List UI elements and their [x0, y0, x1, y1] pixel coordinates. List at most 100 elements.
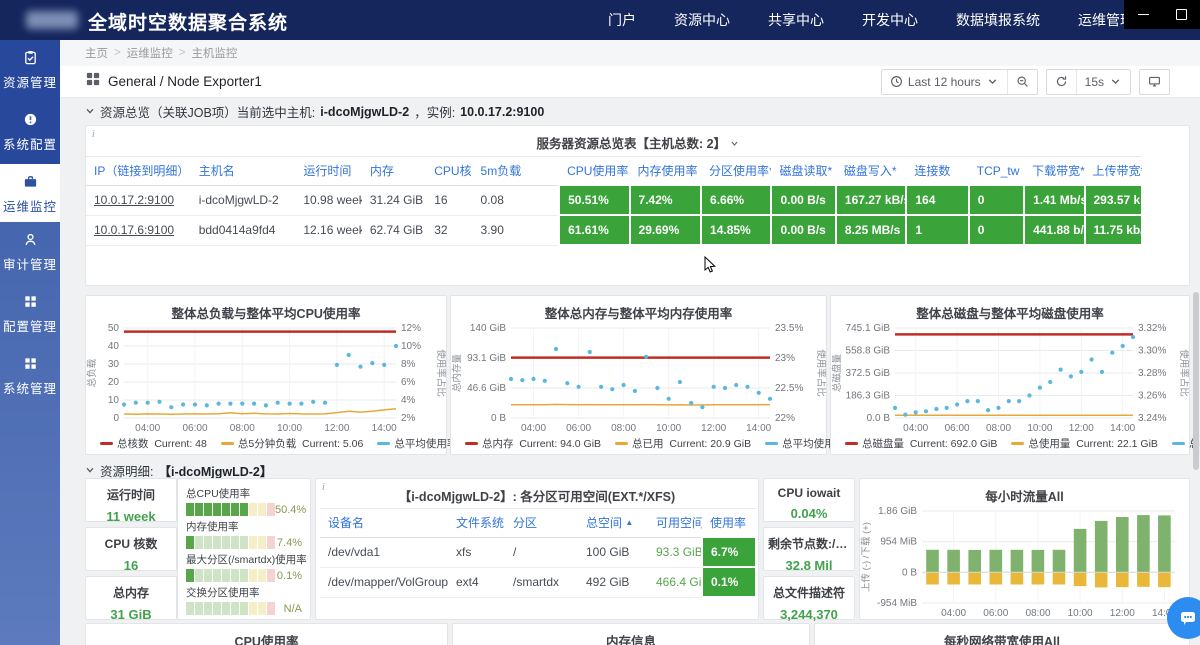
legend-item[interactable]: 总内存 Current: 94.0 GiB: [465, 436, 601, 451]
column-header[interactable]: 使用率: [702, 509, 756, 538]
stat-value: 3,244,370: [764, 607, 854, 622]
cell: /smartdx: [505, 567, 578, 597]
column-header[interactable]: IP（链接到明细）: [86, 157, 191, 186]
chart-legend[interactable]: 总磁盘量 Current: 692.0 GiB 总使用量 Current: 22.…: [831, 434, 1189, 451]
sidebar-item-audit[interactable]: 审计管理: [0, 222, 60, 284]
column-header[interactable]: 分区使用率*: [701, 157, 771, 186]
svg-text:总磁盘量: 总磁盘量: [831, 354, 843, 393]
svg-text:186.3 GiB: 186.3 GiB: [846, 391, 891, 402]
sidebar-item-resources[interactable]: 资源管理: [0, 40, 60, 102]
time-range-picker[interactable]: Last 12 hours: [882, 70, 1007, 94]
chart-title: CPU使用率: [86, 624, 447, 645]
column-header[interactable]: 主机名: [191, 157, 296, 186]
window-controls: [1124, 0, 1200, 29]
svg-text:04:00: 04:00: [135, 423, 160, 434]
sidebar-item-system-config[interactable]: 系统配置: [0, 102, 60, 164]
chart-canvas[interactable]: 0.0 B186.3 GiB372.5 GiB558.8 GiB745.1 Gi…: [831, 322, 1189, 434]
chart-canvas[interactable]: 0 B46.6 GiB93.1 GiB140 GiB22%22.5%23%23.…: [451, 322, 826, 434]
dashboard-grid-icon: [86, 72, 100, 91]
metric-cell: 293.57 kb/s: [1085, 185, 1143, 215]
column-header[interactable]: 内存使用率: [630, 157, 701, 186]
legend-item[interactable]: 总使用量 Current: 22.1 GiB: [1011, 436, 1158, 451]
column-header[interactable]: CPU核: [426, 157, 472, 186]
legend-item[interactable]: 总已用 Current: 20.9 GiB: [615, 436, 751, 451]
column-header[interactable]: 文件系统: [448, 509, 505, 538]
metric-cell: 167.27 kB/s: [836, 185, 906, 215]
metric-cell: 29.69%: [630, 215, 701, 245]
column-header[interactable]: 总空间 ▲: [578, 509, 648, 538]
sidebar-item-system[interactable]: 系统管理: [0, 346, 60, 408]
nav-item-share-center[interactable]: 共享中心: [768, 10, 824, 30]
system-config-icon: [23, 111, 38, 128]
window-minimize-icon[interactable]: [1138, 14, 1149, 15]
cell: 100 GiB: [578, 537, 648, 567]
chevron-down-icon: [986, 75, 999, 88]
scrollbar-thumb[interactable]: [1193, 292, 1199, 470]
config-icon: [23, 293, 38, 310]
svg-text:10:00: 10:00: [1068, 608, 1093, 619]
chart-canvas[interactable]: -954 MiB0 B954 MiB1.86 GiB04:0006:0008:0…: [860, 505, 1189, 619]
panel-info-icon[interactable]: i: [92, 129, 95, 140]
nav-item-portal[interactable]: 门户: [608, 10, 636, 30]
column-header[interactable]: 上传带宽*: [1085, 157, 1143, 186]
refresh-interval-dropdown[interactable]: 15s: [1076, 70, 1130, 94]
stat-title: CPU 核数: [86, 535, 176, 552]
breadcrumb-ops-monitor[interactable]: 运维监控: [127, 45, 173, 61]
svg-text:14:00: 14:00: [372, 423, 397, 434]
server-overview-panel: i 服务器资源总览表【主机总数: 2】 IP（链接到明细）主机名运行时间内存CP…: [85, 125, 1190, 286]
column-header[interactable]: 磁盘写入*: [836, 157, 906, 186]
total-memory-stat: 总内存31 GiB: [85, 576, 177, 620]
svg-text:2%: 2%: [401, 413, 416, 424]
svg-text:3.30%: 3.30%: [1138, 346, 1166, 357]
legend-item[interactable]: 总磁盘量 Current: 692.0 GiB: [845, 436, 997, 451]
chart-legend[interactable]: 总核数 Current: 48总5分钟负载 Current: 5.06总平均使用…: [86, 434, 446, 451]
chart-legend[interactable]: 总内存 Current: 94.0 GiB 总已用 Current: 20.9 G…: [451, 434, 826, 451]
kiosk-mode-button[interactable]: [1140, 70, 1169, 94]
stat-value: 11 week: [86, 509, 176, 524]
nav-item-data-report[interactable]: 数据填报系统: [956, 10, 1040, 30]
column-header[interactable]: 分区: [505, 509, 578, 538]
ops-monitor-icon: [23, 173, 38, 190]
column-header[interactable]: CPU使用率: [559, 157, 629, 186]
top-navbar: 全域时空数据聚合系统 门户 资源中心 共享中心 开发中心 数据填报系统 运维管理: [0, 0, 1200, 40]
svg-text:04:00: 04:00: [521, 423, 546, 434]
column-header[interactable]: 5m负载: [473, 157, 560, 186]
column-header[interactable]: 连接数: [906, 157, 968, 186]
column-header[interactable]: 磁盘读取*: [771, 157, 835, 186]
chevron-down-icon: [730, 139, 739, 148]
svg-text:10:00: 10:00: [656, 423, 681, 434]
zoom-out-button[interactable]: [1007, 70, 1037, 94]
panel-info-icon[interactable]: i: [322, 482, 325, 493]
svg-text:558.8 GiB: 558.8 GiB: [846, 346, 891, 357]
column-header[interactable]: 可用空间: [648, 509, 702, 538]
server-table-title[interactable]: 服务器资源总览表【主机总数: 2】: [86, 126, 1189, 152]
host-link[interactable]: 10.0.17.6:9100: [94, 223, 174, 237]
metric-cell: 0: [969, 185, 1024, 215]
chart-canvas[interactable]: 010203040502%4%6%8%10%12%04:0006:0008:00…: [86, 322, 446, 434]
remaining-inodes-stat: 剩余节点数:/s...32.8 Mil: [763, 527, 855, 571]
column-header[interactable]: 内存: [362, 157, 426, 186]
column-header[interactable]: 下载带宽*: [1024, 157, 1084, 186]
sidebar-item-config[interactable]: 配置管理: [0, 284, 60, 346]
monitor-icon: [1148, 75, 1161, 88]
chevron-down-icon: [1109, 75, 1122, 88]
column-header[interactable]: 设备名: [320, 509, 448, 538]
nav-item-dev-center[interactable]: 开发中心: [862, 10, 918, 30]
sidebar-item-label: 系统管理: [0, 378, 60, 397]
breadcrumb-home[interactable]: 主页: [85, 45, 108, 61]
gauge-value: 50.4%: [275, 504, 306, 516]
sidebar-item-ops-monitor[interactable]: 运维监控: [0, 164, 60, 222]
svg-text:12:00: 12:00: [324, 423, 349, 434]
window-restore-icon[interactable]: [1176, 9, 1187, 20]
section-header-overview[interactable]: 资源总览（关联JOB项）当前选中主机: i-dcoMjgwLD-2，实例: 10…: [85, 102, 544, 121]
refresh-button[interactable]: [1047, 70, 1076, 94]
partition-table-row: /dev/mapper/VolGroup-lvol0ext4/smartdx49…: [320, 567, 756, 597]
legend-item[interactable]: 总核数 Current: 48: [100, 436, 207, 451]
legend-item[interactable]: 总5分钟负载 Current: 5.06: [221, 436, 363, 451]
svg-text:04:00: 04:00: [941, 608, 966, 619]
host-link[interactable]: 10.0.17.2:9100: [94, 193, 174, 207]
nav-item-resource-center[interactable]: 资源中心: [674, 10, 730, 30]
column-header[interactable]: TCP_tw: [969, 157, 1024, 186]
dashboard-title[interactable]: General / Node Exporter1: [108, 74, 262, 89]
column-header[interactable]: 运行时间: [295, 157, 361, 186]
